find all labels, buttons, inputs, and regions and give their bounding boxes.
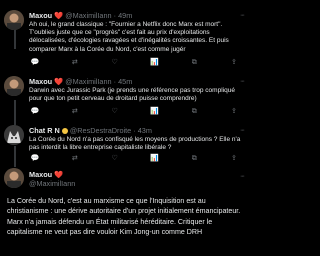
post-time[interactable]: · 43m — [133, 126, 152, 135]
display-name[interactable]: Maxou — [29, 77, 52, 86]
bookmark-icon[interactable]: ⧉ — [188, 155, 200, 163]
bookmark-icon[interactable]: ⧉ — [188, 59, 200, 67]
repost-icon[interactable]: ⇄ — [69, 59, 81, 67]
post-header: Maxou ❤️ @MaximilIann · 45m — [29, 76, 238, 87]
reply-icon[interactable]: 💬 — [29, 108, 41, 116]
more-options-icon[interactable]: ··· — [238, 171, 246, 182]
action-bar: 💬 ⇄ ♡ 📊 ⧉ ⇪ — [29, 108, 240, 116]
focused-post[interactable]: Maxou ❤️ @MaximilIann ··· — [0, 168, 250, 190]
like-icon[interactable]: ♡ — [109, 59, 121, 67]
post-time[interactable]: · 49m — [114, 11, 133, 20]
more-options-icon[interactable]: ··· — [238, 10, 246, 21]
post[interactable]: Maxou ❤️ @MaximilIann · 49m ··· Ah oui, … — [0, 10, 250, 74]
reply-icon[interactable]: 💬 — [29, 155, 41, 163]
reply-icon[interactable]: 💬 — [29, 59, 41, 67]
user-handle[interactable]: @MaximilIann — [65, 77, 111, 86]
like-icon[interactable]: ♡ — [109, 155, 121, 163]
user-handle[interactable]: @MaximilIann — [65, 11, 111, 20]
post[interactable]: Chat R N @ResDestraDroite · 43m ··· La C… — [0, 125, 250, 167]
views-icon[interactable]: 📊 — [148, 155, 160, 163]
avatar[interactable] — [4, 10, 24, 30]
share-icon[interactable]: ⇪ — [228, 59, 240, 67]
heart-emoji: ❤️ — [54, 77, 64, 86]
bookmark-icon[interactable]: ⧉ — [188, 108, 200, 116]
post-time[interactable]: · 45m — [114, 77, 133, 86]
user-handle[interactable]: @MaximilIann — [29, 178, 238, 189]
post-text: La Corée du Nord n'a pas confisqué les m… — [29, 136, 241, 152]
more-options-icon[interactable]: ··· — [238, 76, 246, 87]
heart-emoji: ❤️ — [54, 11, 64, 20]
repost-icon[interactable]: ⇄ — [69, 155, 81, 163]
post-header: Chat R N @ResDestraDroite · 43m — [29, 125, 238, 136]
avatar[interactable] — [4, 168, 24, 188]
share-icon[interactable]: ⇪ — [228, 108, 240, 116]
action-bar: 💬 ⇄ ♡ 📊 ⧉ ⇪ — [29, 59, 240, 67]
like-icon[interactable]: ♡ — [109, 108, 121, 116]
user-handle[interactable]: @ResDestraDroite — [70, 126, 131, 135]
views-icon[interactable]: 📊 — [148, 108, 160, 116]
avatar[interactable] — [4, 125, 24, 145]
action-bar: 💬 ⇄ ♡ 📊 ⧉ ⇪ — [29, 155, 240, 163]
post-text: Ah oui, le grand classique : "Fournier a… — [29, 21, 229, 53]
views-icon[interactable]: 📊 — [148, 59, 160, 67]
more-options-icon[interactable]: ··· — [238, 125, 246, 136]
post[interactable]: Maxou ❤️ @MaximilIann · 45m ··· Darwin a… — [0, 76, 250, 126]
verified-icon — [61, 128, 68, 135]
share-icon[interactable]: ⇪ — [228, 155, 240, 163]
post-header: Maxou ❤️ @MaximilIann · 49m — [29, 10, 238, 21]
avatar[interactable] — [4, 76, 24, 96]
repost-icon[interactable]: ⇄ — [69, 108, 81, 116]
display-name[interactable]: Maxou — [29, 11, 52, 20]
display-name[interactable]: Chat R N — [29, 126, 60, 135]
post-text: Darwin avec Jurassic Park (je prends une… — [29, 87, 235, 103]
focused-post-text: La Corée du Nord, c'est au marxisme ce q… — [7, 197, 241, 236]
